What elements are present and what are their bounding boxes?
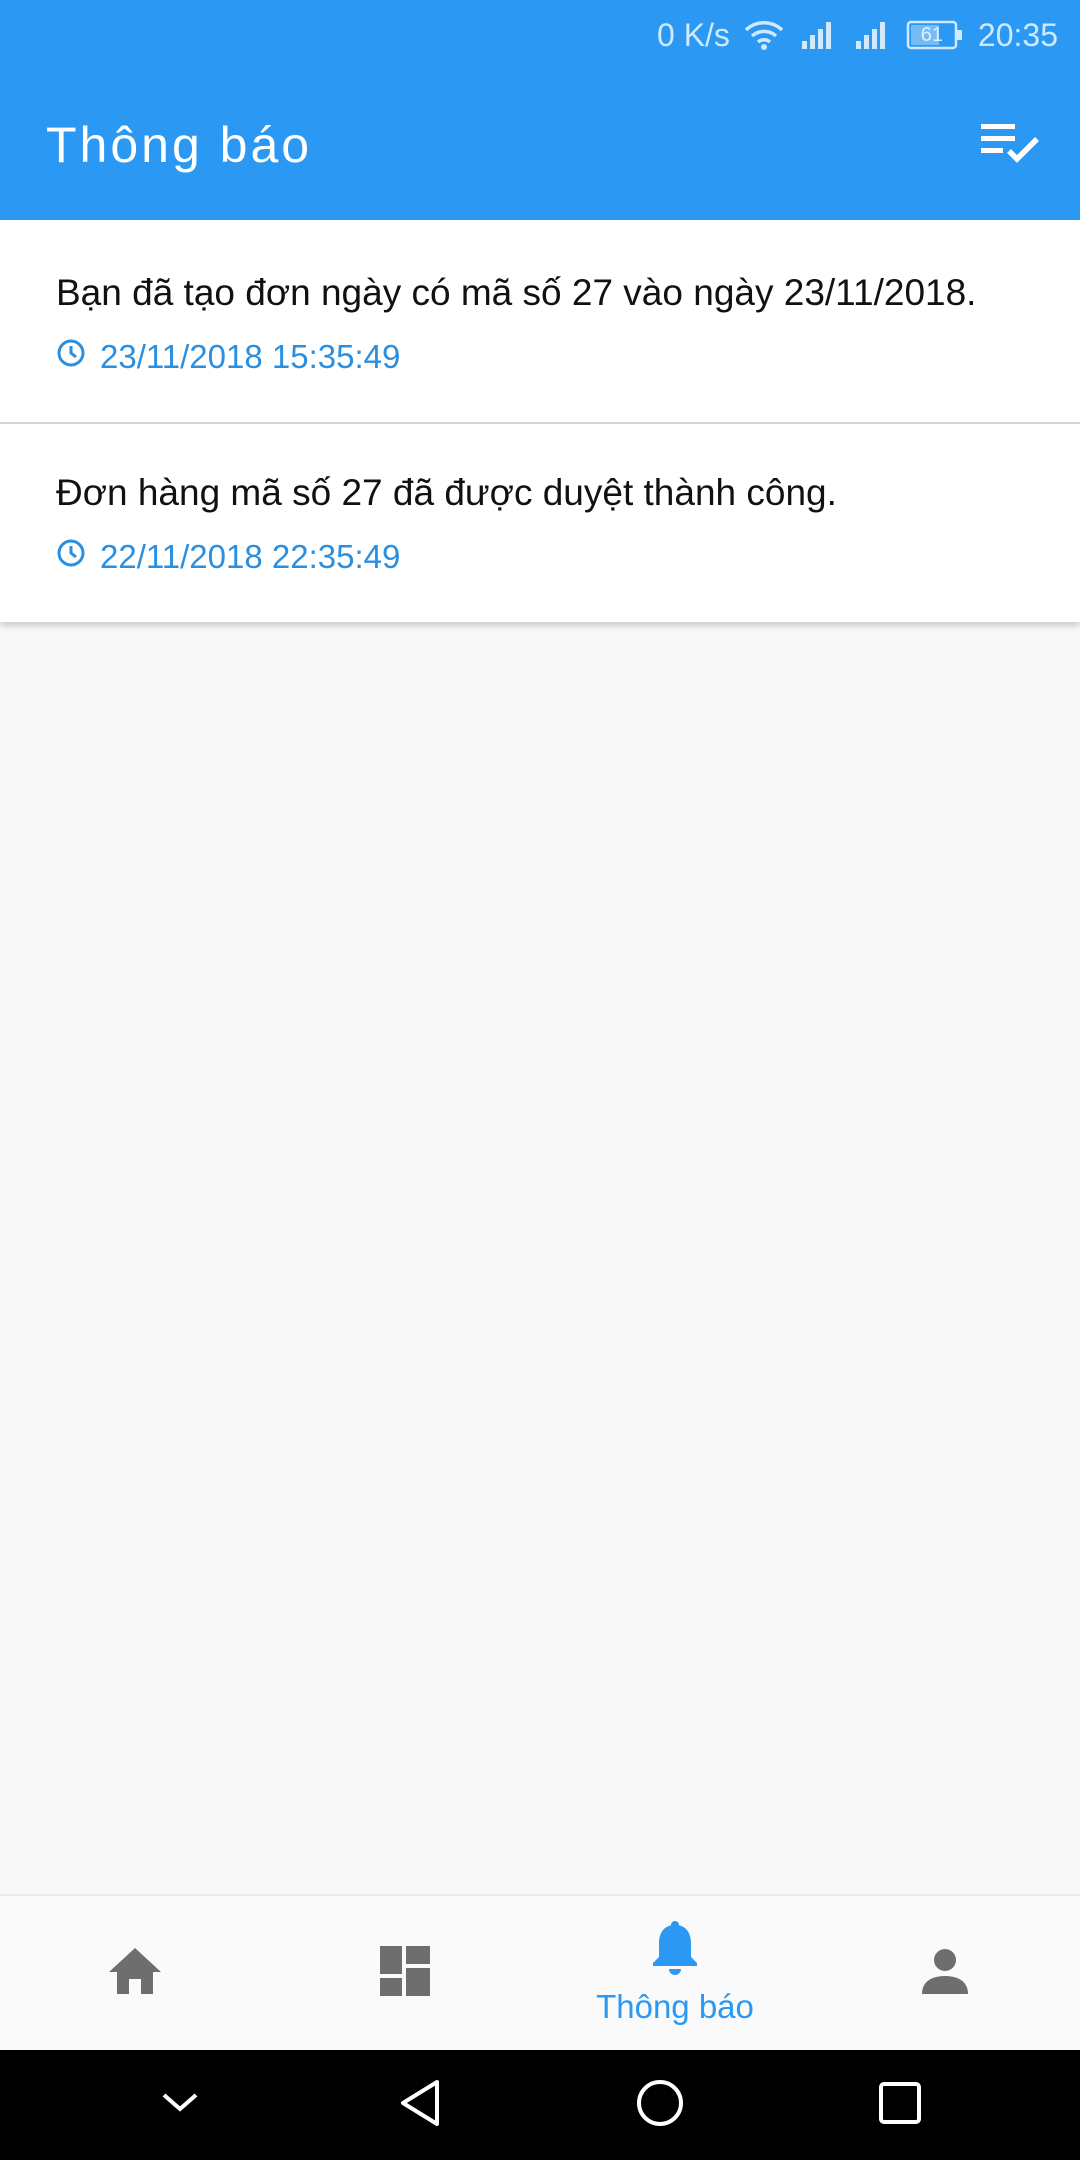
notification-message: Đơn hàng mã số 27 đã được duyệt thành cô…: [56, 472, 837, 513]
nav-notifications[interactable]: Thông báo: [540, 1896, 810, 2050]
notification-time: 22/11/2018 22:35:49: [56, 538, 1024, 576]
nav-label-notifications: Thông báo: [596, 1987, 754, 2025]
recents-button[interactable]: [855, 2060, 945, 2150]
bell-icon: [650, 1920, 700, 1982]
battery-level: 61: [920, 23, 944, 46]
notification-message: Bạn đã tạo đơn ngày có mã số 27 vào ngày…: [56, 272, 977, 313]
app-bar: Thông báo: [0, 70, 1080, 220]
home-circle-icon: [635, 2078, 685, 2133]
notification-item[interactable]: Bạn đã tạo đơn ngày có mã số 27 vào ngày…: [0, 220, 1080, 424]
notification-time: 23/11/2018 15:35:49: [56, 338, 1024, 376]
notification-timestamp: 22/11/2018 22:35:49: [100, 538, 401, 575]
home-icon: [107, 1946, 163, 2001]
nav-home[interactable]: [0, 1896, 270, 2050]
battery-icon: 61: [906, 20, 964, 50]
clock-icon: [56, 538, 86, 576]
home-system-button[interactable]: [615, 2060, 705, 2150]
back-button[interactable]: [375, 2060, 465, 2150]
person-icon: [920, 1946, 970, 2001]
mark-all-read-button[interactable]: [970, 105, 1050, 185]
chevron-down-icon: [160, 2091, 200, 2120]
back-triangle-icon: [397, 2078, 443, 2133]
nav-profile[interactable]: [810, 1896, 1080, 2050]
clock: 20:35: [977, 16, 1058, 53]
clock-icon: [56, 338, 86, 376]
screen: 0 K/s 61 20:35 Thông báo Bạn đã tạo đơn …: [0, 0, 1080, 2160]
page-title: Thông báo: [46, 117, 313, 173]
mark-all-read-icon: [979, 121, 1041, 170]
nav-dashboard[interactable]: [270, 1896, 540, 2050]
dashboard-icon: [378, 1944, 432, 2003]
signal-icon: [852, 19, 892, 51]
notification-timestamp: 23/11/2018 15:35:49: [100, 338, 401, 375]
wifi-icon: [744, 19, 784, 51]
notification-list: Bạn đã tạo đơn ngày có mã số 27 vào ngày…: [0, 220, 1080, 622]
bottom-navigation: Thông báo: [0, 1894, 1080, 2050]
recents-square-icon: [878, 2081, 922, 2130]
status-bar: 0 K/s 61 20:35: [0, 0, 1080, 70]
signal-icon: [798, 19, 838, 51]
network-speed: 0 K/s: [657, 16, 730, 53]
notification-item[interactable]: Đơn hàng mã số 27 đã được duyệt thành cô…: [0, 424, 1080, 622]
collapse-button[interactable]: [135, 2060, 225, 2150]
system-navigation-bar: [0, 2050, 1080, 2160]
